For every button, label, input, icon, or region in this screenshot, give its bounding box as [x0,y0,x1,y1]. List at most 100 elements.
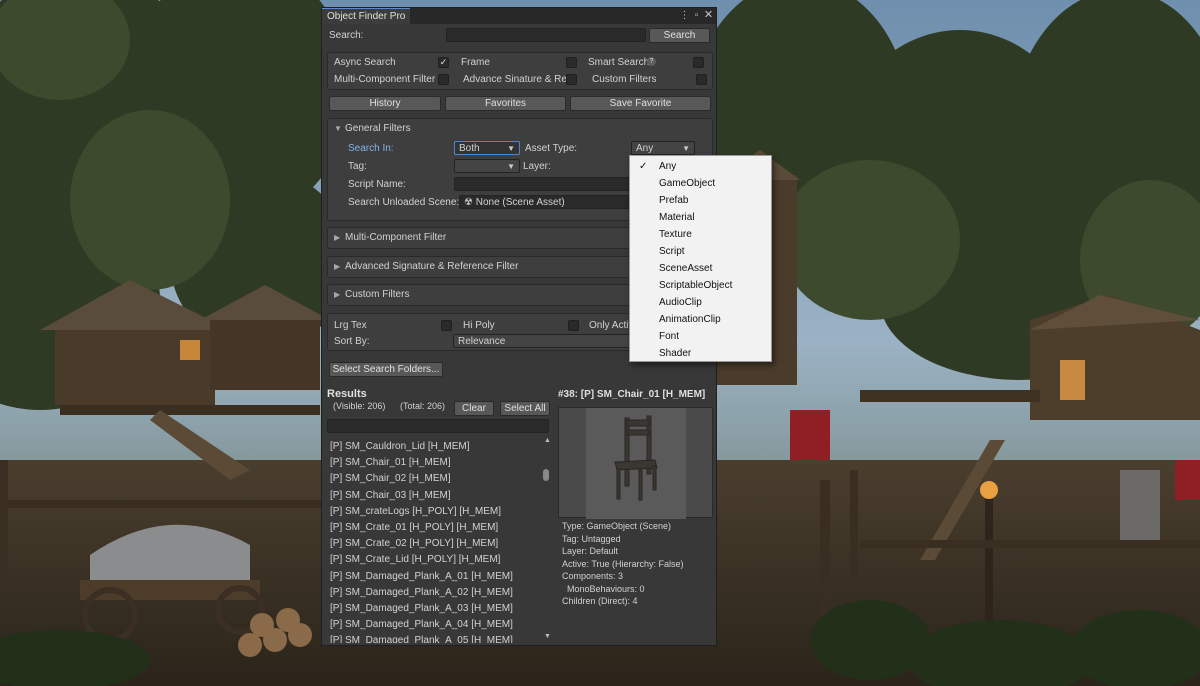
save-favorite-button[interactable]: Save Favorite [570,96,711,111]
dropdown-arrow-icon: ▼ [507,162,515,171]
advance-signature-checkbox[interactable] [566,74,577,85]
lrg-tex-checkbox[interactable] [441,320,452,331]
hi-poly-label: Hi Poly [463,320,495,331]
asset-type-label: Asset Type: [525,143,578,154]
visible-count: (Visible: 206) [333,401,386,411]
detail-line: Components: 3 [562,571,624,581]
options-panel: Async Search ✓ Frame Smart Search ? Mult… [327,52,713,90]
advance-signature-label: Advance Sinature & Ref [463,74,570,85]
dropdown-option[interactable]: Prefab [630,192,771,209]
smart-search-checkbox[interactable] [693,57,704,68]
scene-asset-icon: ☢ [464,197,473,208]
list-item[interactable]: [P] SM_Damaged_Plank_A_02 [H_MEM] [330,585,513,601]
search-input[interactable] [446,28,646,42]
frame-checkbox[interactable] [566,57,577,68]
scrollbar-thumb[interactable] [543,469,549,482]
detail-line: Tag: Untagged [562,533,621,544]
general-filters-title[interactable]: General Filters [345,123,411,134]
custom-filters-label: Custom Filters [592,74,657,85]
list-item[interactable]: [P] SM_Cauldron_Lid [H_MEM] [330,439,470,455]
foldout-collapsed-icon: ▶ [334,290,341,299]
dropdown-arrow-icon: ▼ [507,144,515,153]
unloaded-scene-value: None (Scene Asset) [475,197,565,208]
list-item[interactable]: [P] SM_Damaged_Plank_A_01 [H_MEM] [330,569,513,585]
history-button[interactable]: History [329,96,441,111]
title-bar: Object Finder Pro ⋮ ▫ ✕ [322,8,716,24]
multi-component-filter-checkbox[interactable] [438,74,449,85]
list-item[interactable]: [P] SM_Damaged_Plank_A_04 [H_MEM] [330,617,513,633]
dropdown-option[interactable]: AnimationClip [630,311,771,328]
search-button[interactable]: Search [649,28,710,43]
multi-component-foldout-label: Multi-Component Filter [345,232,447,243]
results-filter-input[interactable] [327,419,549,433]
dropdown-option[interactable]: Font [630,328,771,345]
kebab-menu-icon[interactable]: ⋮ [679,9,690,22]
maximize-icon[interactable]: ▫ [691,9,702,22]
total-count: (Total: 206) [400,401,446,411]
detail-line: MonoBehaviours: 0 [562,583,645,594]
list-item[interactable]: [P] SM_Chair_02 [H_MEM] [330,471,451,487]
frame-label: Frame [461,57,490,68]
asset-preview [558,407,713,519]
list-item[interactable]: [P] SM_Crate_Lid [H_POLY] [H_MEM] [330,552,500,568]
search-in-label: Search In: [348,143,394,154]
foldout-expanded-icon[interactable]: ▼ [334,124,342,133]
close-icon[interactable]: ✕ [703,9,714,22]
dropdown-option[interactable]: ScriptableObject [630,277,771,294]
dropdown-option[interactable]: ✓ Any [630,158,771,175]
script-name-label: Script Name: [348,179,406,190]
detail-info: Type: GameObject (Scene) Tag: Untagged Lay… [562,520,712,608]
sort-by-label: Sort By: [334,336,370,347]
list-item[interactable]: [P] SM_Crate_02 [H_POLY] [H_MEM] [330,536,498,552]
help-icon[interactable]: ? [647,57,656,66]
asset-type-dropdown-menu: ✓ Any GameObject Prefab Material Texture Scrip… [629,155,772,362]
search-unloaded-scene-label: Search Unloaded Scene: [348,197,460,208]
list-item[interactable]: [P] SM_Damaged_Plank_A_03 [H_MEM] [330,601,513,617]
sort-by-dropdown[interactable]: Relevance [453,334,633,348]
scroll-down-icon[interactable]: ▼ [544,633,551,640]
clear-button[interactable]: Clear [454,401,494,416]
hi-poly-checkbox[interactable] [568,320,579,331]
custom-filters-checkbox[interactable] [696,74,707,85]
foldout-collapsed-icon: ▶ [334,262,341,271]
search-in-dropdown[interactable]: Both ▼ [454,141,520,155]
detail-line: Layer: Default [562,546,619,556]
asset-type-dropdown[interactable]: Any ▼ [631,141,695,155]
results-list: [P] SM_Cauldron_Lid [H_MEM] [P] SM_Chair_… [327,437,542,643]
dropdown-option[interactable]: SceneAsset [630,260,771,277]
list-item[interactable]: [P] SM_Chair_03 [H_MEM] [330,488,451,504]
foldout-collapsed-icon: ▶ [334,233,341,242]
select-search-folders-button[interactable]: Select Search Folders... [329,362,443,377]
list-item[interactable]: [P] SM_crateLogs [H_POLY] [H_MEM] [330,504,501,520]
select-all-button[interactable]: Select All [500,401,550,416]
list-item[interactable]: [P] SM_Damaged_Plank_A_05 [H_MEM] [330,633,513,643]
list-item[interactable]: [P] SM_Chair_01 [H_MEM] [330,455,451,471]
dropdown-option[interactable]: Script [630,243,771,260]
results-scrollbar[interactable]: ▲ ▼ [542,437,551,643]
unloaded-scene-field[interactable]: ☢ None (Scene Asset) [459,195,635,209]
search-label: Search: [329,30,364,41]
detail-line: Type: GameObject (Scene) [562,521,672,531]
results-title: Results [327,388,367,400]
check-icon: ✓ [639,161,648,172]
favorites-button[interactable]: Favorites [445,96,566,111]
detail-line: Children (Direct): 4 [562,596,638,606]
dropdown-option[interactable]: AudioClip [630,294,771,311]
dropdown-option[interactable]: GameObject [630,175,771,192]
lrg-tex-label: Lrg Tex [334,320,367,331]
list-item[interactable]: [P] SM_Crate_01 [H_POLY] [H_MEM] [330,520,498,536]
dropdown-option[interactable]: Shader [630,345,771,362]
dropdown-option[interactable]: Material [630,209,771,226]
tag-dropdown[interactable]: ▼ [454,159,520,173]
script-name-input[interactable] [454,177,634,191]
advanced-signature-foldout-label: Advanced Signature & Reference Filter [345,261,519,272]
dropdown-arrow-icon: ▼ [682,144,690,153]
async-search-label: Async Search [334,57,396,68]
dropdown-option[interactable]: Texture [630,226,771,243]
layer-label: Layer: [523,161,551,172]
window-title-tab[interactable]: Object Finder Pro [322,8,411,24]
scroll-up-icon[interactable]: ▲ [544,437,551,444]
async-search-checkbox[interactable]: ✓ [438,57,449,68]
tag-label: Tag: [348,161,367,172]
search-in-value: Both [459,143,480,154]
